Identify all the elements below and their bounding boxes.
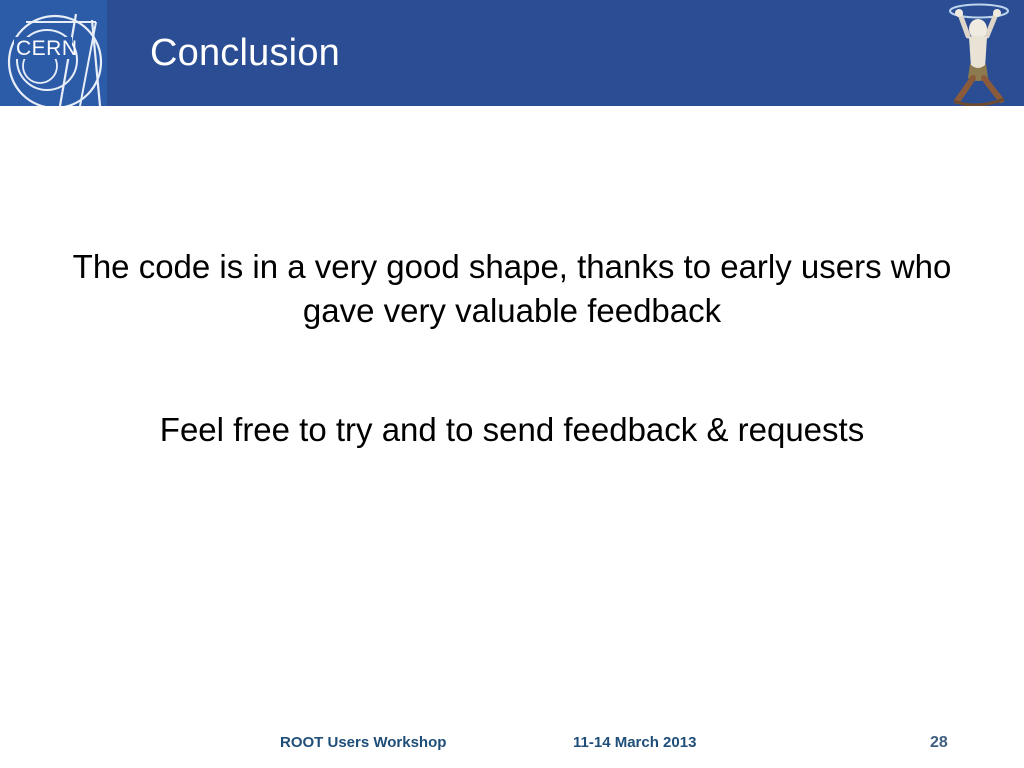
footer-page-number: 28 <box>930 734 948 751</box>
footer-event-name: ROOT Users Workshop <box>280 734 447 751</box>
slide-title: Conclusion <box>150 32 340 74</box>
cern-logo-panel: CERN <box>0 0 107 106</box>
slide-footer: ROOT Users Workshop 11-14 March 2013 28 <box>0 732 1024 760</box>
cern-logo: CERN <box>7 13 103 106</box>
footer-date: 11-14 March 2013 <box>573 734 697 751</box>
cern-logo-text: CERN <box>16 37 78 60</box>
dancing-figure-icon <box>938 2 1016 106</box>
slide-header-banner: CERN Conclusion <box>0 0 1024 106</box>
slide-body: The code is in a very good shape, thanks… <box>60 120 964 680</box>
body-paragraph-2: Feel free to try and to send feedback & … <box>159 411 865 448</box>
body-paragraph-1: The code is in a very good shape, thanks… <box>72 248 952 329</box>
